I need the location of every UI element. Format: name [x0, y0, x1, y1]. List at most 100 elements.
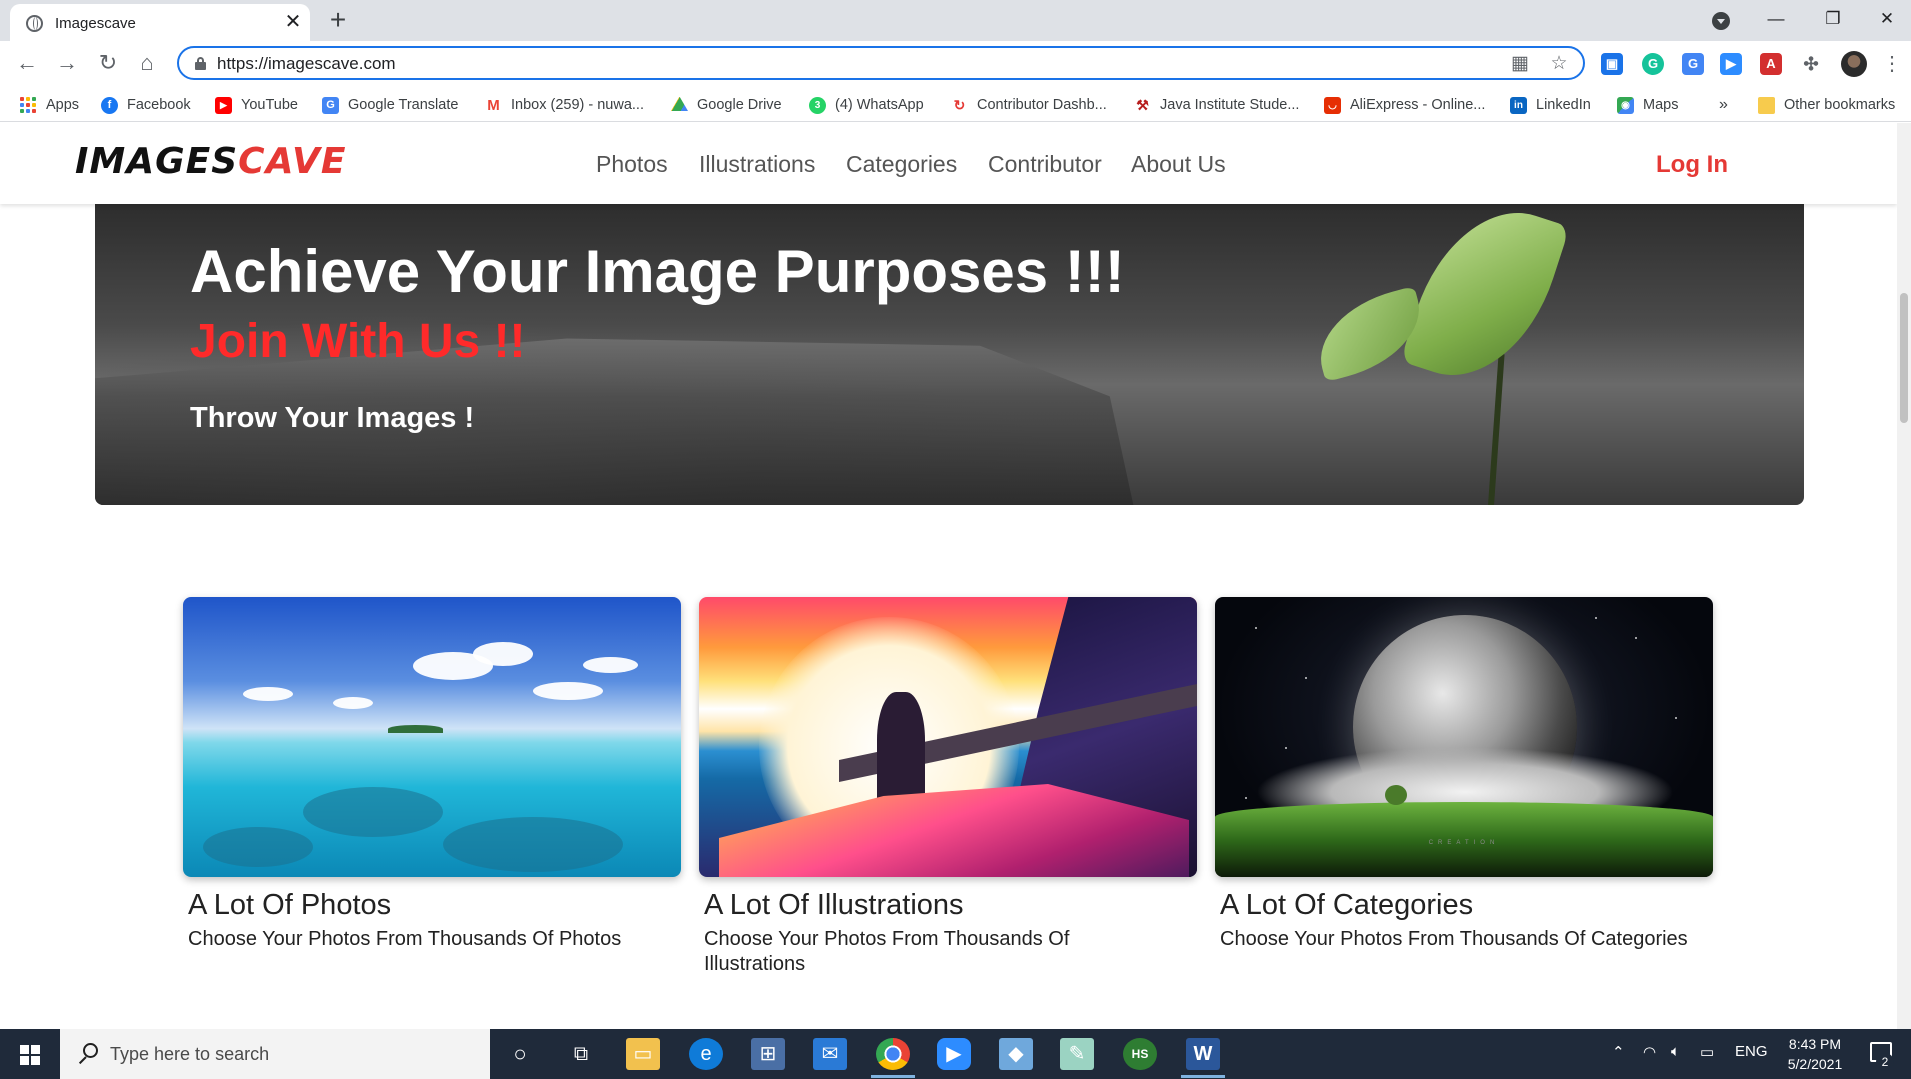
- active-app-indicator: [871, 1075, 915, 1078]
- gmail-icon: M: [485, 96, 502, 114]
- close-tab-icon[interactable]: ✕: [282, 11, 304, 33]
- youtube-icon: ▶: [215, 96, 232, 114]
- language-indicator[interactable]: ENG: [1735, 1043, 1768, 1060]
- hero-subtitle: Join With Us !!: [190, 315, 526, 368]
- card-title: A Lot Of Categories: [1220, 889, 1474, 921]
- hero-tagline: Throw Your Images !: [190, 402, 475, 434]
- reload-icon[interactable]: ↻: [93, 48, 123, 78]
- feature-card-categories[interactable]: CREATION A Lot Of Categories Choose Your…: [1215, 597, 1713, 950]
- bookmark-maps[interactable]: ◉ Maps: [1617, 94, 1678, 116]
- bookmark-aliexpress[interactable]: ◡ AliExpress - Online...: [1324, 94, 1485, 116]
- nav-illustrations[interactable]: Illustrations: [699, 151, 815, 178]
- bookmark-label: Other bookmarks: [1784, 97, 1896, 113]
- nav-categories[interactable]: Categories: [846, 151, 957, 178]
- card-image-planet[interactable]: CREATION: [1215, 597, 1713, 877]
- nav-photos[interactable]: Photos: [596, 151, 668, 178]
- card-image-ocean[interactable]: [183, 597, 681, 877]
- restore-button[interactable]: ❐: [1810, 4, 1856, 34]
- close-window-button[interactable]: ✕: [1864, 4, 1910, 34]
- bookmark-label: Maps: [1643, 97, 1679, 113]
- page-scrollbar[interactable]: [1897, 123, 1911, 1029]
- notepad-icon[interactable]: ✎: [1060, 1038, 1094, 1070]
- store-icon[interactable]: ⊞: [751, 1038, 785, 1070]
- back-arrow-icon[interactable]: ←: [12, 48, 42, 78]
- qr-code-icon[interactable]: ▦: [1509, 53, 1531, 75]
- contributor-icon: ↻: [951, 96, 968, 114]
- linkedin-icon: in: [1510, 96, 1527, 114]
- pdf-extension-icon[interactable]: A: [1760, 53, 1782, 75]
- file-explorer-icon[interactable]: ▭: [626, 1038, 660, 1070]
- tree-graphic: [1385, 785, 1407, 805]
- bookmark-other-bookmarks[interactable]: Other bookmarks: [1758, 94, 1895, 116]
- edge-icon[interactable]: e: [689, 1038, 723, 1070]
- logo-part-images: IMAGES: [75, 141, 239, 182]
- tab-search-icon[interactable]: [1712, 12, 1730, 30]
- maps-icon: ◉: [1617, 96, 1634, 114]
- scrollbar-thumb[interactable]: [1900, 293, 1908, 423]
- card-description: Choose Your Photos From Thousands Of Ill…: [704, 928, 1070, 975]
- site-logo[interactable]: IMAGESCAVE: [75, 141, 346, 182]
- hero-leaf-graphic: [1400, 204, 1570, 399]
- island-graphic: [388, 725, 443, 733]
- bookmark-linkedin[interactable]: in LinkedIn: [1510, 94, 1591, 116]
- forward-arrow-icon[interactable]: →: [52, 48, 82, 78]
- virtualbox-icon[interactable]: ◆: [999, 1038, 1033, 1070]
- lock-icon[interactable]: [195, 57, 206, 70]
- bookmarks-overflow-chevron[interactable]: »: [1719, 94, 1728, 116]
- windows-logo-icon: [20, 1045, 40, 1065]
- chevron-up-icon[interactable]: ⌃: [1612, 1043, 1625, 1061]
- google-translate-extension-icon[interactable]: G: [1682, 53, 1704, 75]
- hs-app-icon[interactable]: HS: [1123, 1038, 1157, 1070]
- bookmarks-bar: Apps f Facebook ▶ YouTube G Google Trans…: [0, 88, 1911, 122]
- planet-caption: CREATION: [1428, 840, 1500, 846]
- bookmark-contributor[interactable]: ↻ Contributor Dashb...: [951, 94, 1107, 116]
- battery-icon[interactable]: ▭: [1700, 1043, 1714, 1061]
- volume-icon[interactable]: 🔈︎: [1671, 1043, 1680, 1060]
- task-view-icon[interactable]: ⧉: [564, 1038, 598, 1070]
- profile-avatar[interactable]: [1841, 51, 1867, 77]
- bookmark-google-translate[interactable]: G Google Translate: [322, 94, 458, 116]
- bookmark-google-drive[interactable]: Google Drive: [671, 94, 782, 116]
- kebab-menu-icon[interactable]: ⋮: [1882, 51, 1902, 77]
- bookmark-label: Apps: [46, 97, 80, 113]
- cortana-icon[interactable]: ○: [503, 1038, 537, 1070]
- minimize-button[interactable]: —: [1753, 4, 1799, 34]
- wifi-icon[interactable]: ◠: [1643, 1043, 1656, 1061]
- home-icon[interactable]: ⌂: [132, 48, 162, 78]
- new-tab-button[interactable]: +: [324, 6, 352, 34]
- zoom-icon[interactable]: ▶: [937, 1038, 971, 1070]
- url-text[interactable]: https://imagescave.com: [217, 54, 396, 74]
- search-icon: [77, 1043, 99, 1065]
- page-viewport: IMAGESCAVE Photos Illustrations Categori…: [0, 123, 1897, 1029]
- bookmark-apps[interactable]: Apps: [20, 94, 79, 116]
- nav-contributor[interactable]: Contributor: [988, 151, 1102, 178]
- bookmark-youtube[interactable]: ▶ YouTube: [215, 94, 298, 116]
- tab-strip: Imagescave ✕ + — ❐ ✕: [0, 0, 1911, 41]
- bookmark-java-institute[interactable]: ⚒ Java Institute Stude...: [1134, 94, 1299, 116]
- extension-icon[interactable]: ▣: [1601, 53, 1623, 75]
- nav-about-us[interactable]: About Us: [1131, 151, 1226, 178]
- chrome-icon[interactable]: [876, 1038, 910, 1070]
- zoom-extension-icon[interactable]: ▶: [1720, 53, 1742, 75]
- login-button[interactable]: Log In: [1656, 151, 1728, 179]
- start-button[interactable]: [0, 1029, 60, 1079]
- word-icon[interactable]: W: [1186, 1038, 1220, 1070]
- card-description: Choose Your Photos From Thousands Of Cat…: [1220, 928, 1688, 950]
- taskbar-search[interactable]: Type here to search: [60, 1029, 490, 1079]
- puzzle-icon[interactable]: ✣: [1800, 53, 1822, 75]
- mail-icon[interactable]: ✉: [813, 1038, 847, 1070]
- bookmark-star-icon[interactable]: ☆: [1548, 53, 1570, 75]
- system-clock[interactable]: 8:43 PM 5/2/2021: [1780, 1034, 1850, 1074]
- grammarly-icon[interactable]: G: [1642, 53, 1664, 75]
- bookmark-facebook[interactable]: f Facebook: [101, 94, 191, 116]
- active-app-indicator: [1181, 1075, 1225, 1078]
- bookmark-inbox[interactable]: M Inbox (259) - nuwa...: [485, 94, 644, 116]
- address-bar[interactable]: https://imagescave.com ▦ ☆: [177, 46, 1585, 80]
- browser-tab[interactable]: Imagescave ✕: [10, 4, 310, 41]
- bookmark-whatsapp[interactable]: 3 (4) WhatsApp: [809, 94, 924, 116]
- card-image-retro-car[interactable]: [699, 597, 1197, 877]
- clock-date: 5/2/2021: [1787, 1056, 1843, 1072]
- folder-icon: [1758, 96, 1775, 114]
- feature-card-illustrations[interactable]: A Lot Of Illustrations Choose Your Photo…: [699, 597, 1197, 975]
- feature-card-photos[interactable]: A Lot Of Photos Choose Your Photos From …: [183, 597, 681, 950]
